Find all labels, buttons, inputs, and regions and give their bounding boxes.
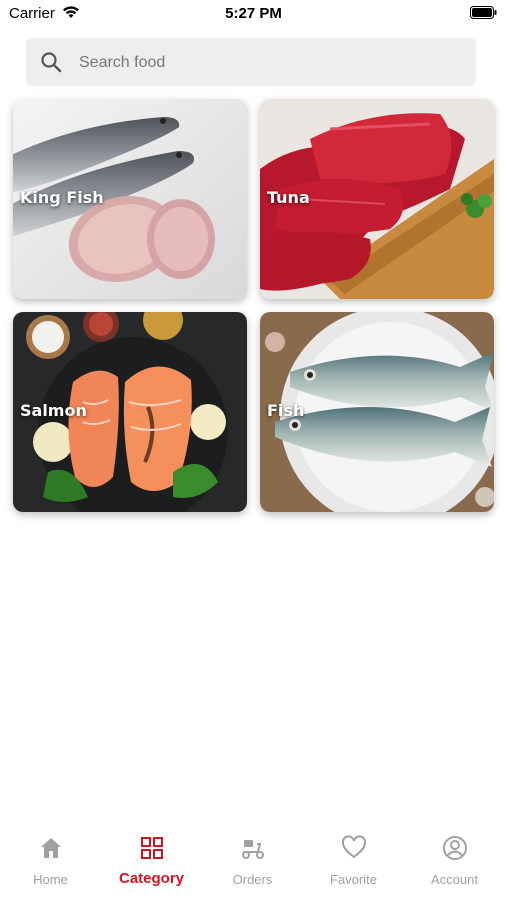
category-card-fish[interactable]: Fish: [260, 312, 494, 512]
search-icon: [41, 52, 62, 73]
category-label: Salmon: [20, 401, 87, 420]
tab-category[interactable]: Category: [101, 825, 202, 900]
category-label: Tuna: [267, 188, 310, 207]
tab-account[interactable]: Account: [404, 825, 505, 900]
tab-home[interactable]: Home: [0, 825, 101, 900]
category-label: King Fish: [20, 188, 104, 207]
clock: 5:27 PM: [225, 5, 282, 22]
category-card-king-fish[interactable]: King Fish: [13, 99, 247, 299]
tab-label: Orders: [232, 872, 273, 887]
search-input[interactable]: [77, 48, 461, 78]
heart-icon: [341, 835, 367, 859]
grid-icon: [141, 837, 163, 859]
tab-orders[interactable]: Orders: [202, 825, 303, 900]
battery-icon: [470, 6, 497, 19]
tab-label: Home: [33, 872, 68, 887]
category-card-tuna[interactable]: Tuna: [260, 99, 494, 299]
category-label: Fish: [267, 401, 305, 420]
search-bar[interactable]: [26, 38, 476, 86]
category-card-salmon[interactable]: Salmon: [13, 312, 247, 512]
tab-bar: Home Category Orders Favorite Account: [0, 825, 507, 900]
tab-label: Favorite: [330, 872, 377, 887]
home-icon: [41, 838, 61, 858]
tab-label: Category: [118, 870, 185, 887]
tab-label: Account: [431, 872, 478, 887]
scooter-icon: [242, 840, 264, 859]
user-icon: [443, 836, 467, 860]
status-bar: Carrier 5:27 PM: [0, 0, 507, 30]
tab-favorite[interactable]: Favorite: [303, 825, 404, 900]
